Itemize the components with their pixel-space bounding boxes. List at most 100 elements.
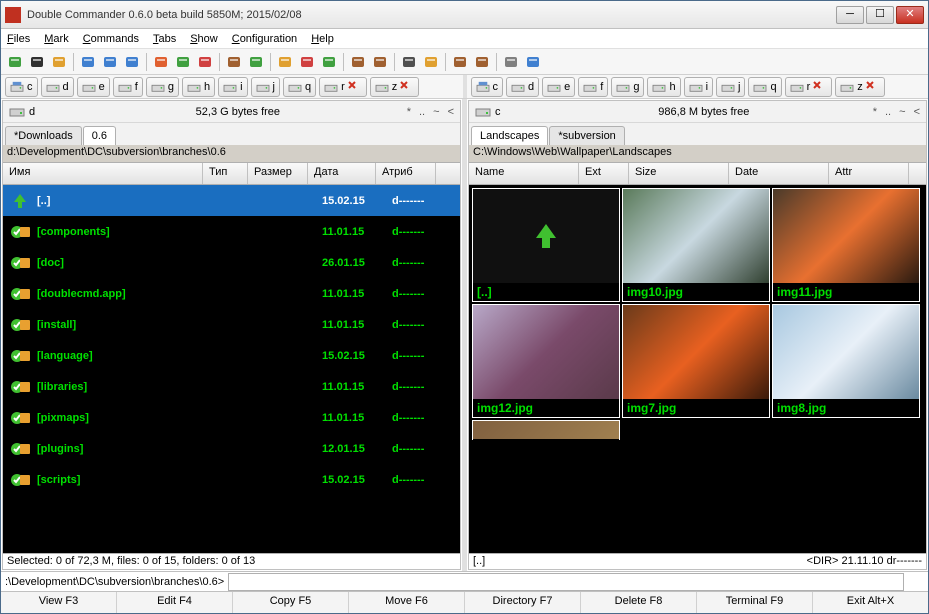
menu-files[interactable]: Files: [7, 33, 30, 45]
left-column-header[interactable]: Атриб: [376, 163, 436, 184]
left-drive-d[interactable]: d: [41, 77, 74, 97]
toolbar-button-1[interactable]: [27, 52, 47, 72]
left-column-header[interactable]: Имя: [3, 163, 203, 184]
right-drive-d[interactable]: d: [506, 77, 539, 97]
toolbar-button-11[interactable]: [275, 52, 295, 72]
file-row[interactable]: [plugins]12.01.15d-------: [3, 433, 460, 464]
right-column-header[interactable]: Attr: [829, 163, 909, 184]
file-row[interactable]: [..]15.02.15d-------: [3, 185, 460, 216]
right-drive-h[interactable]: h: [647, 77, 680, 97]
toolbar-button-15[interactable]: [370, 52, 390, 72]
toolbar-button-16[interactable]: [399, 52, 419, 72]
left-column-header[interactable]: Дата: [308, 163, 376, 184]
toolbar-button-9[interactable]: [224, 52, 244, 72]
toolbar-button-19[interactable]: [472, 52, 492, 72]
left-column-header[interactable]: Тип: [203, 163, 248, 184]
left-tab[interactable]: 0.6: [83, 126, 116, 145]
right-drive-c[interactable]: c: [471, 77, 504, 97]
toolbar-button-5[interactable]: [122, 52, 142, 72]
right-drive-q[interactable]: q: [748, 77, 781, 97]
toolbar-button-12[interactable]: [297, 52, 317, 72]
toolbar-button-3[interactable]: [78, 52, 98, 72]
fkey-button[interactable]: Terminal F9: [697, 592, 813, 613]
panel-splitter[interactable]: [462, 99, 467, 571]
right-nav-..[interactable]: ..: [885, 106, 891, 118]
menu-mark[interactable]: Mark: [44, 33, 68, 45]
fkey-button[interactable]: Move F6: [349, 592, 465, 613]
left-column-header[interactable]: Размер: [248, 163, 308, 184]
right-nav-<[interactable]: <: [914, 106, 920, 118]
right-column-header[interactable]: Date: [729, 163, 829, 184]
thumbnail[interactable]: [472, 420, 620, 440]
toolbar-button-6[interactable]: [151, 52, 171, 72]
left-file-list[interactable]: [..]15.02.15d-------[components]11.01.15…: [3, 185, 460, 553]
left-nav-..[interactable]: ..: [419, 106, 425, 118]
left-tab[interactable]: *Downloads: [5, 126, 82, 145]
right-drive-i[interactable]: i: [684, 77, 713, 97]
right-drive-r[interactable]: r: [785, 77, 833, 97]
right-column-header[interactable]: Size: [629, 163, 729, 184]
thumbnail[interactable]: img12.jpg: [472, 304, 620, 418]
right-drive-f[interactable]: f: [578, 77, 608, 97]
left-drive-z[interactable]: z: [370, 77, 420, 97]
left-drive-i[interactable]: i: [218, 77, 247, 97]
menu-help[interactable]: Help: [311, 33, 334, 45]
toolbar-button-13[interactable]: [319, 52, 339, 72]
toolbar-button-21[interactable]: [523, 52, 543, 72]
right-tab[interactable]: Landscapes: [471, 126, 548, 145]
toolbar-button-20[interactable]: [501, 52, 521, 72]
file-row[interactable]: [doc]26.01.15d-------: [3, 247, 460, 278]
maximize-button[interactable]: ☐: [866, 6, 894, 24]
right-drive-letter[interactable]: c: [495, 106, 501, 118]
right-path[interactable]: C:\Windows\Web\Wallpaper\Landscapes: [469, 145, 926, 163]
left-drive-e[interactable]: e: [77, 77, 110, 97]
toolbar-button-14[interactable]: [348, 52, 368, 72]
left-nav-~[interactable]: ~: [433, 106, 439, 118]
close-button[interactable]: ✕: [896, 6, 924, 24]
thumbnail[interactable]: img10.jpg: [622, 188, 770, 302]
right-nav-*[interactable]: *: [873, 106, 877, 118]
right-nav-~[interactable]: ~: [899, 106, 905, 118]
right-drive-z[interactable]: z: [835, 77, 885, 97]
left-drive-h[interactable]: h: [182, 77, 215, 97]
left-drive-r[interactable]: r: [319, 77, 367, 97]
thumbnail[interactable]: img8.jpg: [772, 304, 920, 418]
right-drive-g[interactable]: g: [611, 77, 644, 97]
right-tab[interactable]: *subversion: [549, 126, 624, 145]
toolbar-button-17[interactable]: [421, 52, 441, 72]
file-row[interactable]: [components]11.01.15d-------: [3, 216, 460, 247]
menu-tabs[interactable]: Tabs: [153, 33, 176, 45]
toolbar-button-4[interactable]: [100, 52, 120, 72]
thumbnail[interactable]: img11.jpg: [772, 188, 920, 302]
minimize-button[interactable]: ─: [836, 6, 864, 24]
toolbar-button-0[interactable]: [5, 52, 25, 72]
left-path[interactable]: d:\Development\DC\subversion\branches\0.…: [3, 145, 460, 163]
menu-show[interactable]: Show: [190, 33, 218, 45]
right-column-header[interactable]: Name: [469, 163, 579, 184]
left-drive-j[interactable]: j: [251, 77, 280, 97]
right-drive-e[interactable]: e: [542, 77, 575, 97]
menu-commands[interactable]: Commands: [83, 33, 139, 45]
right-column-header[interactable]: Ext: [579, 163, 629, 184]
right-thumb-grid[interactable]: [..]img10.jpgimg11.jpgimg12.jpgimg7.jpgi…: [469, 185, 926, 553]
file-row[interactable]: [scripts]15.02.15d-------: [3, 464, 460, 495]
fkey-button[interactable]: Exit Alt+X: [813, 592, 928, 613]
left-drive-g[interactable]: g: [146, 77, 179, 97]
file-row[interactable]: [doublecmd.app]11.01.15d-------: [3, 278, 460, 309]
left-drive-q[interactable]: q: [283, 77, 316, 97]
left-nav-<[interactable]: <: [448, 106, 454, 118]
toolbar-button-8[interactable]: [195, 52, 215, 72]
toolbar-button-10[interactable]: [246, 52, 266, 72]
left-drive-letter[interactable]: d: [29, 106, 35, 118]
fkey-button[interactable]: Copy F5: [233, 592, 349, 613]
fkey-button[interactable]: View F3: [1, 592, 117, 613]
left-nav-*[interactable]: *: [407, 106, 411, 118]
fkey-button[interactable]: Directory F7: [465, 592, 581, 613]
file-row[interactable]: [pixmaps]11.01.15d-------: [3, 402, 460, 433]
file-row[interactable]: [language]15.02.15d-------: [3, 340, 460, 371]
right-drive-j[interactable]: j: [716, 77, 745, 97]
fkey-button[interactable]: Edit F4: [117, 592, 233, 613]
file-row[interactable]: [install]11.01.15d-------: [3, 309, 460, 340]
command-input[interactable]: [228, 573, 904, 591]
thumbnail[interactable]: [..]: [472, 188, 620, 302]
